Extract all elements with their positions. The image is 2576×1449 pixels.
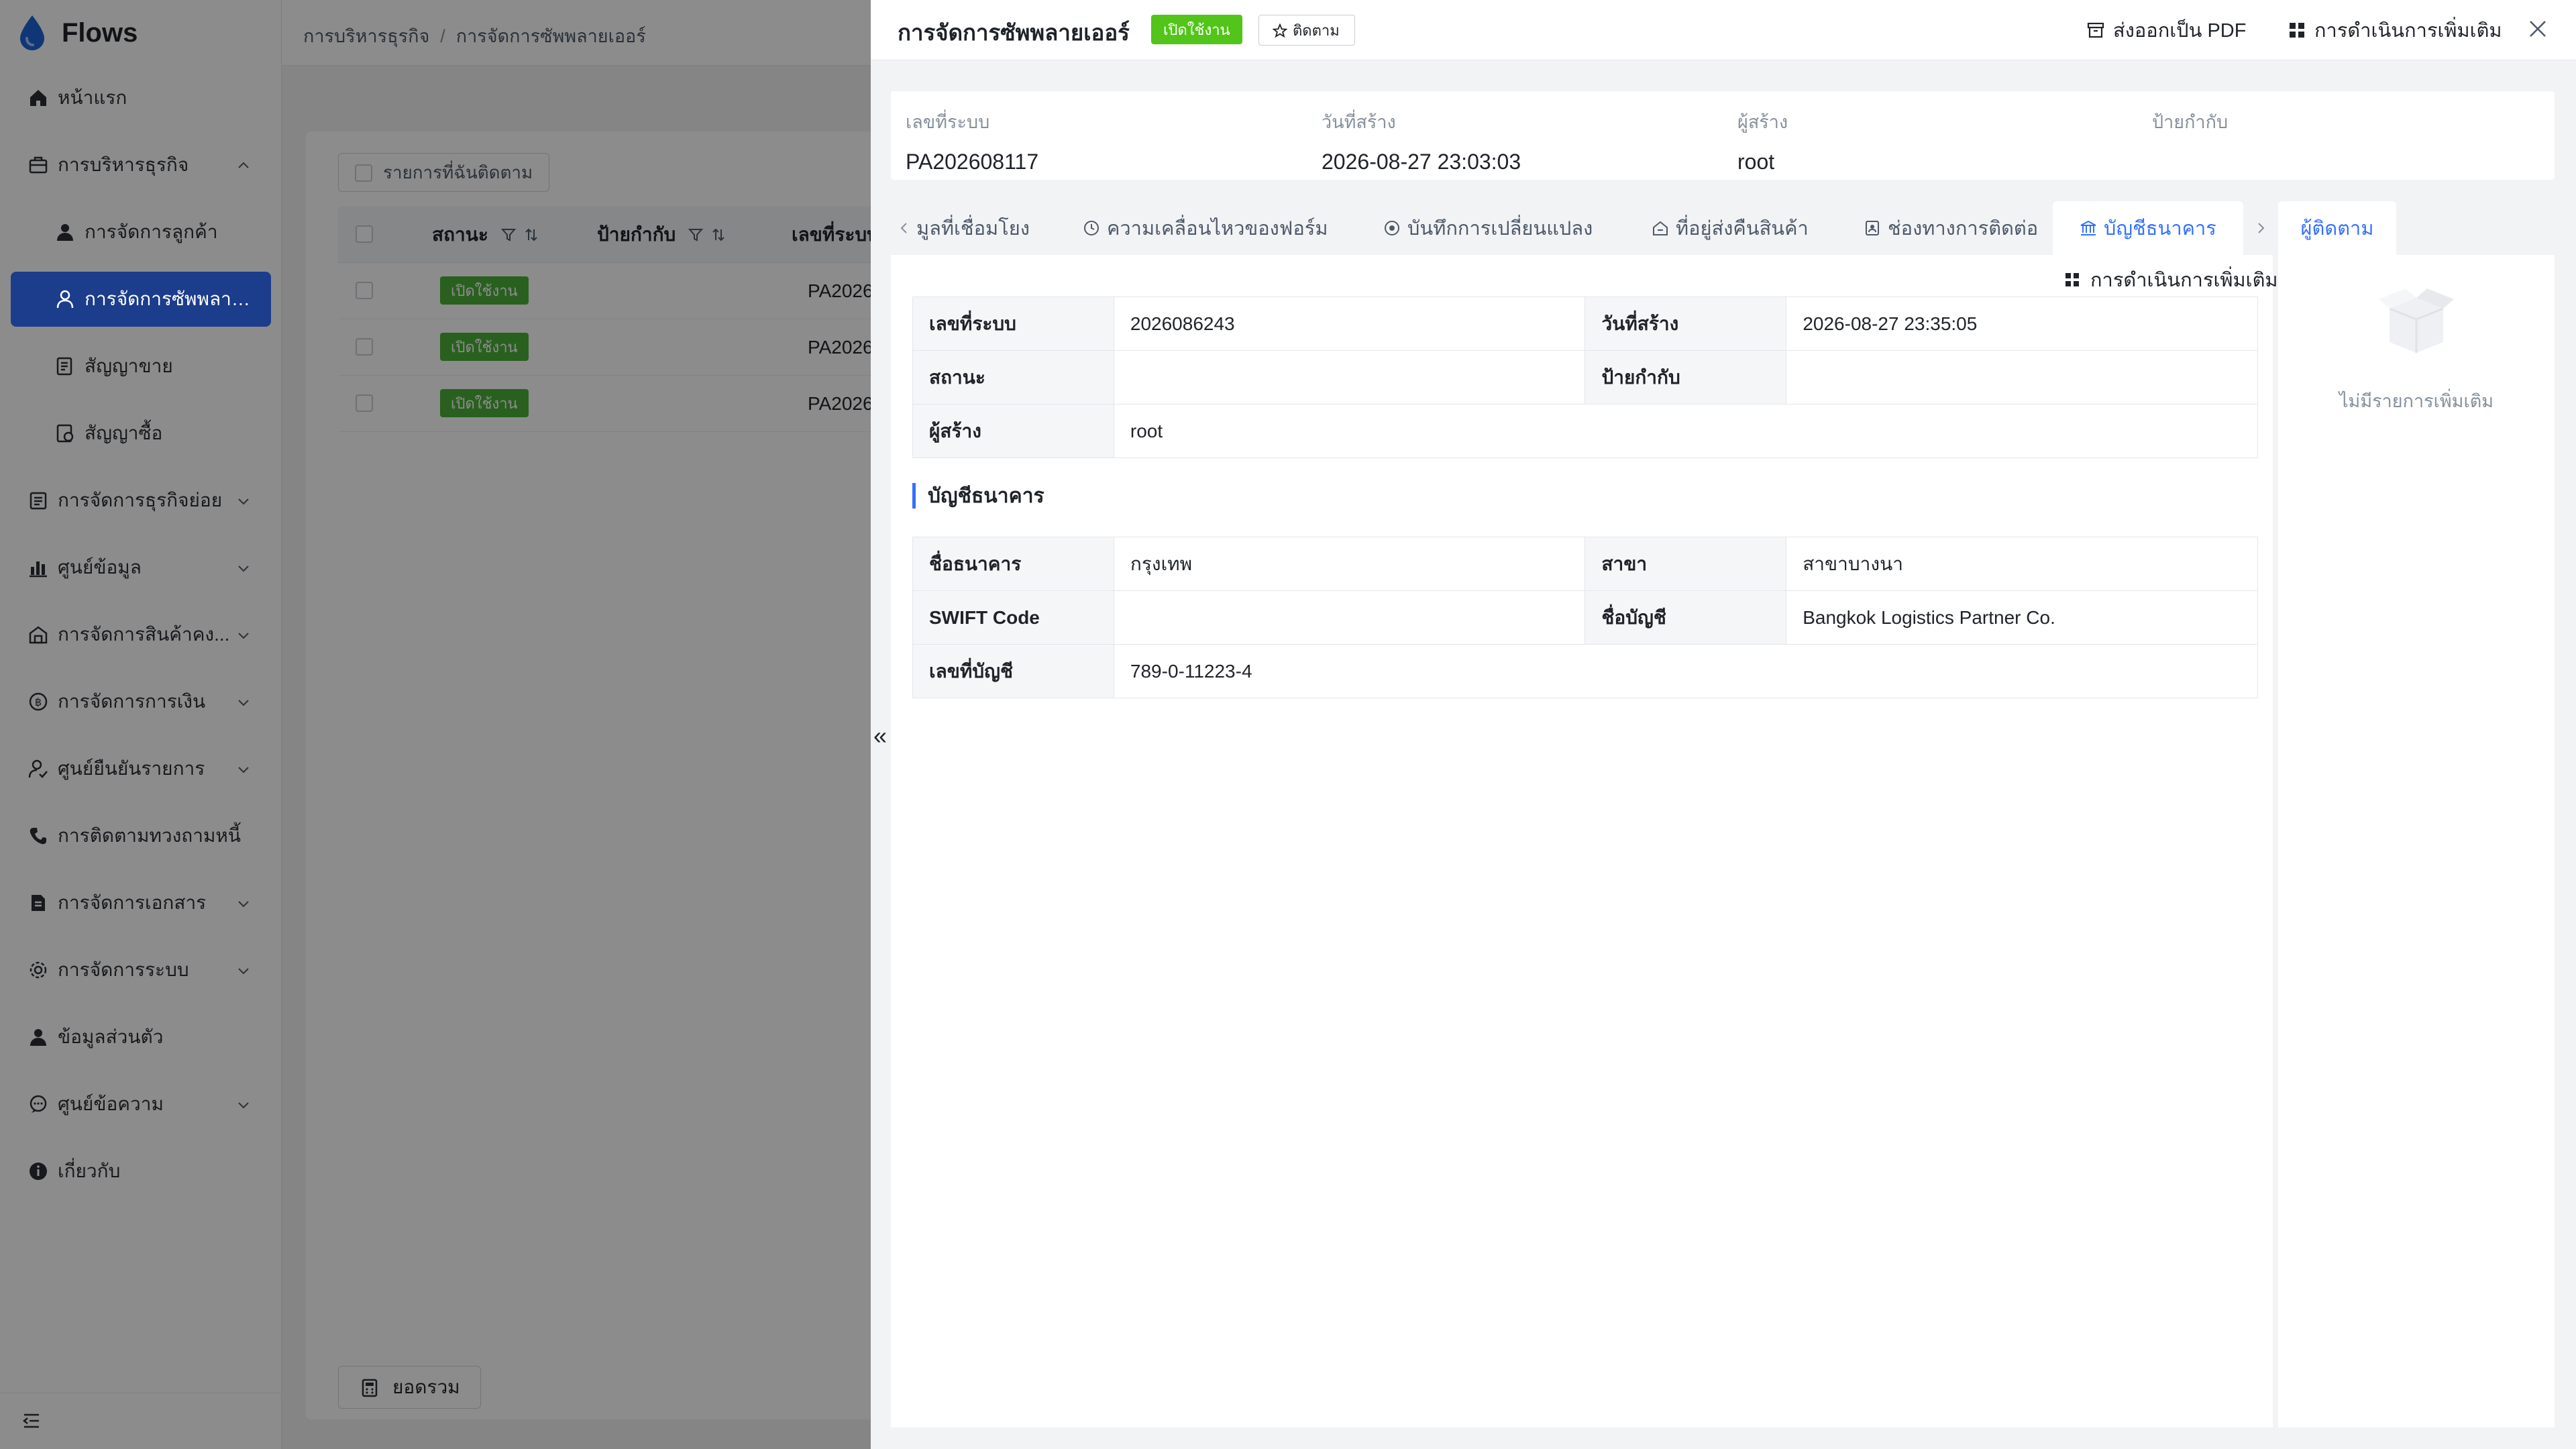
field-label: สถานะ [912, 350, 1114, 405]
chevron-right-icon[interactable] [2253, 220, 2269, 236]
grid-icon [2290, 23, 2304, 38]
more-actions-label: การดำเนินการเพิ่มเติม [2090, 270, 2278, 291]
info-creator: ผู้สร้าง root [1737, 107, 1788, 174]
bank-info-table: ชื่อธนาคาร กรุงเทพ สาขา สาขาบางนา SWIFT … [912, 537, 2259, 698]
field-label: เลขที่บัญชี [912, 644, 1114, 698]
field-value [1113, 350, 1586, 405]
panel-more-actions-button[interactable]: การดำเนินการเพิ่มเติม [2063, 264, 2278, 295]
info-value: root [1737, 150, 1775, 174]
record-info-table: เลขที่ระบบ 2026086243 วันที่สร้าง 2026-0… [912, 297, 2259, 458]
field-label: ชื่อธนาคาร [912, 537, 1114, 591]
field-value [1113, 590, 1586, 645]
field-label: วันที่สร้าง [1585, 297, 1787, 351]
info-created-at: วันที่สร้าง 2026-08-27 23:03:03 [1322, 107, 1521, 174]
archive-icon [2087, 22, 2104, 38]
field-label: สาขา [1585, 537, 1787, 591]
export-pdf-button[interactable]: ส่งออกเป็น PDF [2086, 17, 2246, 43]
drawer-title: การจัดการซัพพลายเออร์ [898, 20, 1130, 45]
close-icon[interactable] [2526, 17, 2549, 40]
info-system-no: เลขที่ระบบ PA202608117 [906, 107, 1038, 174]
tab-bank-account[interactable]: บัญชีธนาคาร [2053, 201, 2243, 255]
tab-contact-channels[interactable]: ช่องทางการติดต่อ [1864, 201, 2038, 255]
sidebar-item-label: การจัดการซัพพลายเออร์ [85, 288, 252, 309]
tab-change-log[interactable]: บันทึกการเปลี่ยนแปลง [1383, 201, 1593, 255]
collapse-panel-toggle[interactable]: « [873, 722, 887, 750]
table-row: ผู้สร้าง root [912, 404, 2259, 458]
table-row: เลขที่บัญชี 789-0-11223-4 [912, 644, 2259, 698]
field-value: 2026086243 [1113, 297, 1586, 351]
info-label: วันที่สร้าง [1322, 112, 1396, 132]
bank-account-panel: การดำเนินการเพิ่มเติม เลขที่ระบบ 2026086… [891, 255, 2278, 1428]
field-label: ป้ายกำกับ [1585, 350, 1787, 405]
contact-book-icon [1866, 221, 1879, 235]
tab-label: ที่อยู่ส่งคืนสินค้า [1676, 218, 1809, 239]
field-value: กรุงเทพ [1113, 537, 1586, 591]
followers-body: ไม่มีรายการเพิ่มเติม [2278, 255, 2555, 1428]
field-value: 789-0-11223-4 [1113, 644, 2259, 698]
tab-label: ความเคลื่อนไหวของฟอร์ม [1107, 218, 1328, 239]
supplier-detail-drawer: การจัดการซัพพลายเออร์ เปิดใช้งาน ติดตาม … [871, 0, 2576, 1449]
field-value: root [1113, 404, 2259, 458]
field-label: SWIFT Code [912, 590, 1114, 645]
star-icon [1273, 23, 1287, 38]
return-address-icon [1653, 221, 1668, 235]
chevron-left-icon[interactable] [896, 220, 912, 236]
summary-info-card: เลขที่ระบบ PA202608117 วันที่สร้าง 2026-… [891, 91, 2555, 180]
info-value: 2026-08-27 23:03:03 [1322, 150, 1521, 174]
empty-box-icon [2379, 288, 2454, 353]
record-icon [1385, 221, 1399, 235]
tab-label: บัญชีธนาคาร [2104, 218, 2216, 239]
info-label: ป้ายกำกับ [2152, 112, 2229, 132]
section-title-bank: บัญชีธนาคาร [912, 483, 1044, 508]
field-value: สาขาบางนา [1786, 537, 2258, 591]
tab-label: บันทึกการเปลี่ยนแปลง [1407, 218, 1593, 239]
field-label: ผู้สร้าง [912, 404, 1114, 458]
follow-label: ติดตาม [1293, 21, 1340, 39]
tab-return-address[interactable]: ที่อยู่ส่งคืนสินค้า [1652, 201, 1809, 255]
field-value: 2026-08-27 23:35:05 [1786, 297, 2258, 351]
field-value: Bangkok Logistics Partner Co. [1786, 590, 2258, 645]
follow-button[interactable]: ติดตาม [1258, 15, 1355, 46]
clock-icon [1084, 221, 1099, 235]
table-row: เลขที่ระบบ 2026086243 วันที่สร้าง 2026-0… [912, 297, 2258, 351]
user-outline-icon [56, 290, 74, 309]
status-badge: เปิดใช้งาน [1151, 15, 1242, 44]
empty-state-text: ไม่มีรายการเพิ่มเติม [2339, 391, 2494, 411]
grid-icon [2065, 273, 2079, 286]
tab-linked-data[interactable]: มูลที่เชื่อมโยง [916, 201, 1030, 255]
more-actions-label: การดำเนินการเพิ่มเติม [2314, 20, 2502, 42]
info-tag: ป้ายกำกับ [2152, 107, 2228, 150]
field-value [1786, 350, 2258, 405]
field-label: ชื่อบัญชี [1585, 590, 1787, 645]
info-value: PA202608117 [906, 150, 1039, 174]
drawer-header: การจัดการซัพพลายเออร์ เปิดใช้งาน ติดตาม … [871, 0, 2576, 60]
tab-followers[interactable]: ผู้ติดตาม [2278, 201, 2396, 255]
detail-tabs: มูลที่เชื่อมโยง ความเคลื่อนไหวของฟอร์ม บ… [891, 201, 2273, 255]
field-label: เลขที่ระบบ [912, 297, 1114, 351]
table-row: ชื่อธนาคาร กรุงเทพ สาขา สาขาบางนา [912, 537, 2258, 591]
info-label: ผู้สร้าง [1737, 112, 1788, 132]
more-actions-button[interactable]: การดำเนินการเพิ่มเติม [2288, 17, 2502, 43]
export-pdf-label: ส่งออกเป็น PDF [2113, 20, 2247, 42]
followers-panel: ผู้ติดตาม ไม่มีรายการเพิ่มเติม [2278, 201, 2555, 1428]
bank-icon [2080, 220, 2096, 235]
tab-label: มูลที่เชื่อมโยง [916, 218, 1030, 239]
table-row: SWIFT Code ชื่อบัญชี Bangkok Logistics P… [912, 590, 2258, 645]
tab-form-activity[interactable]: ความเคลื่อนไหวของฟอร์ม [1083, 201, 1328, 255]
tab-label: ช่องทางการติดต่อ [1888, 218, 2039, 239]
table-row: สถานะ ป้ายกำกับ [912, 350, 2258, 405]
info-label: เลขที่ระบบ [906, 112, 990, 132]
